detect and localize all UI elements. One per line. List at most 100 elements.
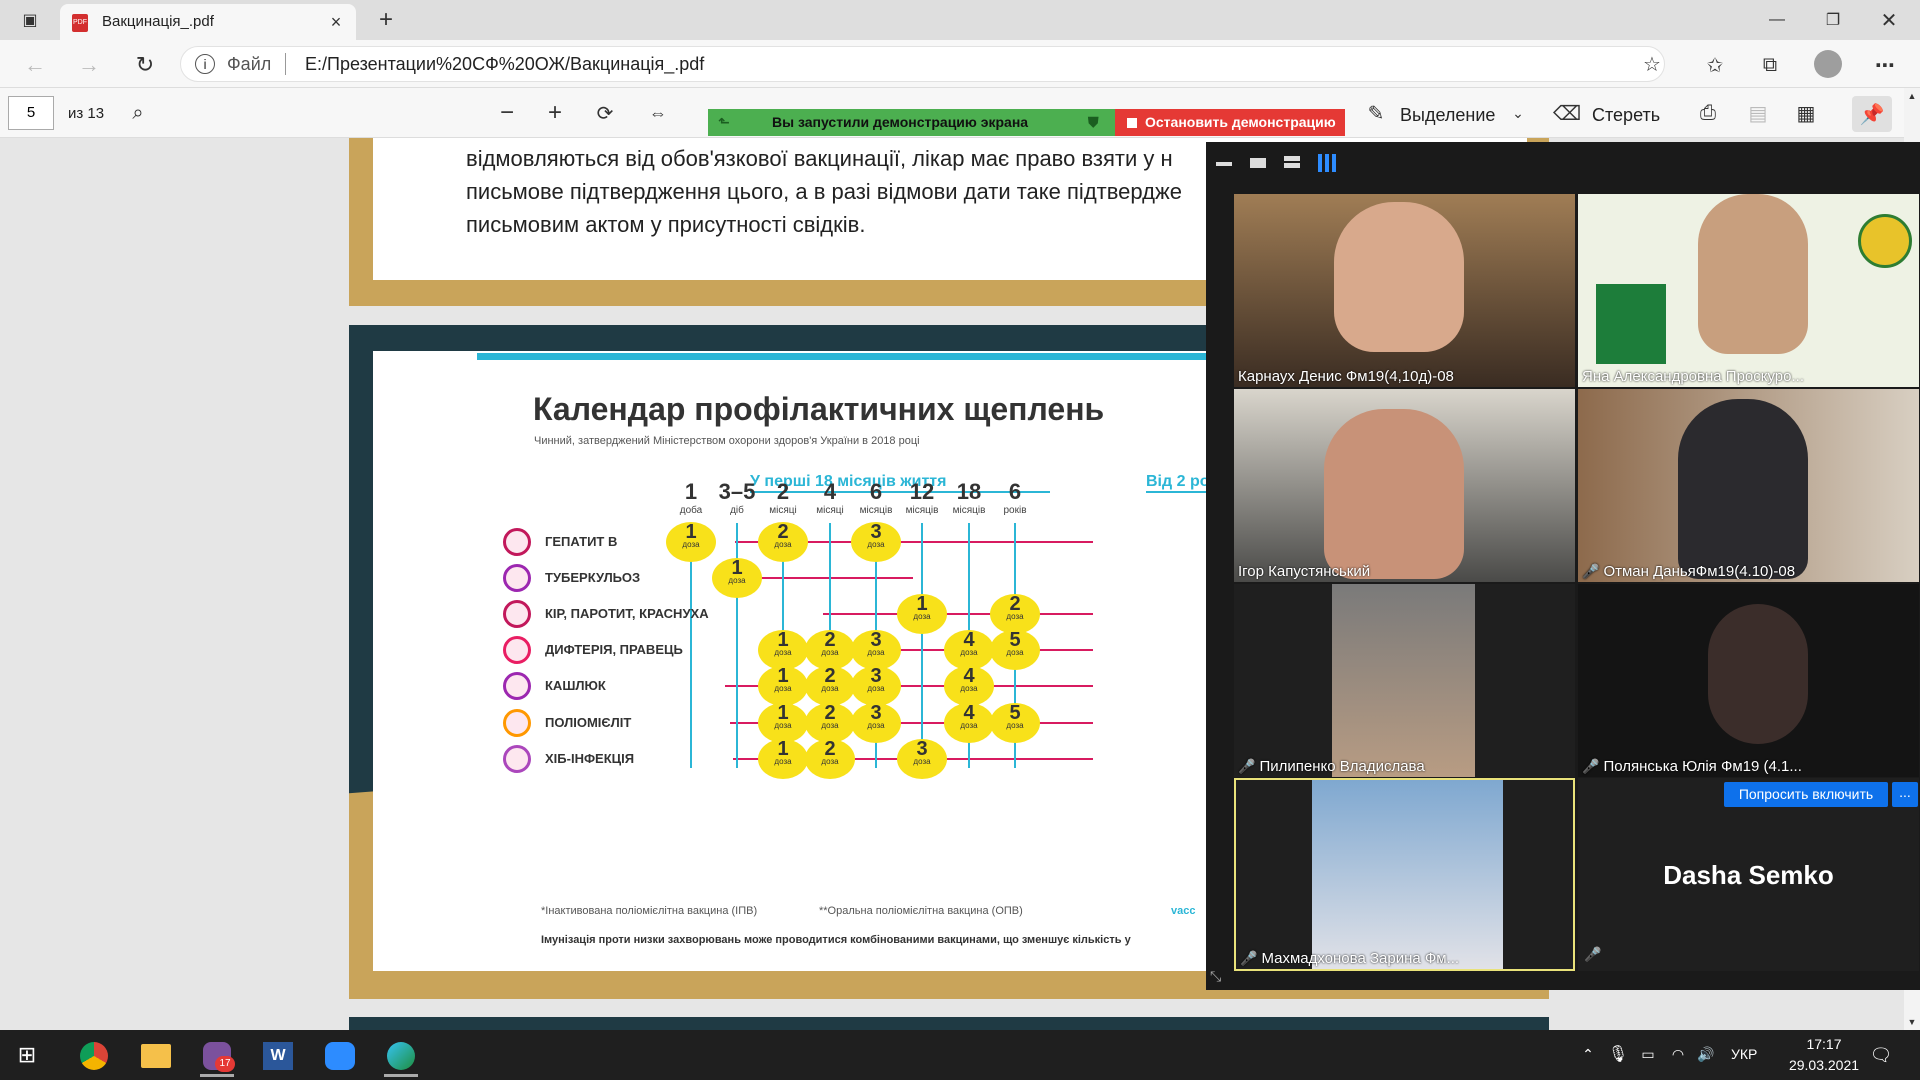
clock-date[interactable]: 29.03.2021 <box>1774 1057 1874 1073</box>
disease-label: ТУБЕРКУЛЬОЗ <box>545 570 641 585</box>
dose-marker: 3 доза <box>851 666 901 706</box>
new-tab-icon[interactable]: + <box>372 6 400 34</box>
footnote-ipv: *Інактивована поліомієлітна вакцина (ІПВ… <box>541 905 758 917</box>
info-icon[interactable]: i <box>195 54 215 74</box>
gallery-view-icon[interactable] <box>1318 154 1336 172</box>
video-feed <box>1334 202 1464 352</box>
notifications-icon[interactable]: 🗨 <box>1868 1042 1894 1068</box>
start-icon[interactable]: ⊞ <box>14 1042 40 1068</box>
shield-icon: ⛊ <box>1088 114 1099 130</box>
forward-icon[interactable]: → <box>74 50 104 80</box>
minimize-icon[interactable]: — <box>1760 6 1794 34</box>
close-tab-icon[interactable]: × <box>324 10 348 34</box>
active-app-indicator <box>200 1074 234 1077</box>
participant-tile-active[interactable]: 🎤 Махмадхонова Зарина Фм... <box>1234 778 1575 971</box>
edge-icon[interactable] <box>387 1042 415 1070</box>
page-number-input[interactable]: 5 <box>8 96 54 130</box>
ask-to-unmute-button[interactable]: Попросить включить <box>1724 782 1888 807</box>
dose-marker: 5 доза <box>990 630 1040 670</box>
search-icon[interactable]: ⌕ <box>126 100 150 126</box>
age-unit: місяців <box>905 505 939 516</box>
refresh-icon[interactable]: ↻ <box>130 50 160 80</box>
zoom-gallery-window: Карнаух Денис Фм19(4,10д)-08 Яна Алексан… <box>1206 142 1920 990</box>
age-unit: місяців <box>859 505 893 516</box>
participant-tile[interactable]: Ігор Капустянський <box>1234 389 1575 582</box>
close-window-icon[interactable]: ✕ <box>1872 6 1906 34</box>
notification-badge: 17 <box>215 1056 235 1072</box>
zoom-in-icon[interactable]: + <box>542 99 568 126</box>
file-explorer-icon[interactable] <box>141 1044 171 1068</box>
save-icon[interactable]: ▤ <box>1744 100 1772 126</box>
stop-icon <box>1127 118 1137 128</box>
participant-tile[interactable]: 🎤 Полянська Юлія Фм19 (4.1... <box>1578 584 1919 777</box>
tab-active[interactable]: PDF Вакцинація_.pdf × <box>60 4 356 40</box>
print-icon[interactable]: ⎙ <box>1694 100 1722 126</box>
participant-tile[interactable]: Карнаух Денис Фм19(4,10д)-08 <box>1234 194 1575 387</box>
chevron-down-icon[interactable]: ⌄ <box>1508 100 1528 126</box>
word-icon[interactable]: W <box>263 1042 293 1070</box>
clock-time[interactable]: 17:17 <box>1790 1036 1858 1052</box>
muted-mic-icon: 🎤 <box>1238 758 1256 774</box>
resize-handle-icon[interactable]: ⤡ <box>1210 968 1221 985</box>
profile-avatar[interactable] <box>1814 50 1842 78</box>
video-feed <box>1708 604 1808 744</box>
strip-view-icon[interactable] <box>1284 156 1300 168</box>
scroll-down-icon[interactable]: ▼ <box>1904 1014 1920 1030</box>
wifi-icon[interactable]: ◠ <box>1666 1042 1690 1066</box>
tab-actions-icon[interactable]: ▣ <box>18 8 42 32</box>
dose-marker: 1 доза <box>712 558 762 598</box>
microphone-icon[interactable]: 🎙 <box>1608 1042 1628 1066</box>
virtual-background-logo <box>1596 284 1666 364</box>
collections-icon[interactable]: ⧉ <box>1755 50 1785 80</box>
more-menu-icon[interactable]: ⋯ <box>1870 50 1900 80</box>
language-indicator[interactable]: УКР <box>1731 1046 1757 1062</box>
more-options-button[interactable]: ... <box>1892 782 1918 807</box>
highlight-icon[interactable]: ✎ <box>1362 100 1390 126</box>
dose-marker: 2 доза <box>805 666 855 706</box>
dose-marker: 2 доза <box>805 630 855 670</box>
dose-marker: 2 доза <box>805 703 855 743</box>
zoom-app-icon[interactable] <box>325 1042 355 1070</box>
address-field[interactable]: i Файл E:/Презентации%20СФ%20ОЖ/Вакцинац… <box>180 46 1665 82</box>
participant-tile[interactable]: 🎤 Пилипенко Владислава <box>1234 584 1575 777</box>
highlight-label[interactable]: Выделение <box>1400 105 1495 126</box>
age-column-header: 6 місяців <box>851 479 901 516</box>
participant-name: 🎤 Полянська Юлія Фм19 (4.1... <box>1582 758 1802 775</box>
stop-sharing-button[interactable]: Остановить демонстрацию <box>1115 109 1345 136</box>
zoom-out-icon[interactable]: − <box>494 99 520 126</box>
drag-handle-icon[interactable]: ⬑ <box>718 109 730 136</box>
save-as-icon[interactable]: ▦ <box>1792 100 1820 126</box>
age-column-header: 4 місяці <box>805 479 855 516</box>
disease-icon <box>503 672 531 700</box>
video-feed <box>1678 399 1808 579</box>
participant-tile[interactable]: 🎤 Отман ДаньяФм19(4.10)-08 <box>1578 389 1919 582</box>
minimize-video-icon[interactable] <box>1216 162 1232 166</box>
battery-icon[interactable]: ▭ <box>1636 1042 1660 1066</box>
dose-label: доза <box>774 648 792 657</box>
back-icon[interactable]: ← <box>20 50 50 80</box>
show-hidden-icons-icon[interactable]: ⌃ <box>1578 1042 1598 1066</box>
erase-label[interactable]: Стереть <box>1592 105 1660 126</box>
pin-toolbar-icon[interactable]: 📌 <box>1852 96 1892 132</box>
add-favorite-icon[interactable]: ☆ <box>1639 51 1665 77</box>
speaker-view-icon[interactable] <box>1250 158 1266 168</box>
scroll-up-icon[interactable]: ▲ <box>1904 88 1920 104</box>
eraser-icon[interactable]: ⌫ <box>1553 100 1581 126</box>
viber-icon[interactable]: 17 <box>203 1042 235 1072</box>
maximize-icon[interactable]: ❐ <box>1816 6 1850 34</box>
favorites-icon[interactable]: ✩ <box>1700 50 1730 80</box>
slide-text-line-1: відмовляються від обов'язкової вакцинаці… <box>466 146 1173 171</box>
age-value: 3–5 <box>718 479 756 504</box>
volume-icon[interactable]: 🔊 <box>1694 1042 1718 1066</box>
dose-label: доза <box>960 721 978 730</box>
disease-label: ДИФТЕРІЯ, ПРАВЕЦЬ <box>545 642 683 657</box>
rotate-icon[interactable]: ⟳ <box>592 100 618 126</box>
chrome-icon[interactable] <box>80 1042 108 1070</box>
age-value: 12 <box>909 479 935 504</box>
participant-tile[interactable]: Яна Александровна Проскуро... <box>1578 194 1919 387</box>
dose-marker: 3 доза <box>851 522 901 562</box>
fit-page-icon[interactable]: ⇔ <box>644 100 672 126</box>
dose-label: доза <box>821 757 839 766</box>
age-column-header: 3–5 діб <box>712 479 762 516</box>
stop-sharing-label: Остановить демонстрацию <box>1145 114 1336 130</box>
